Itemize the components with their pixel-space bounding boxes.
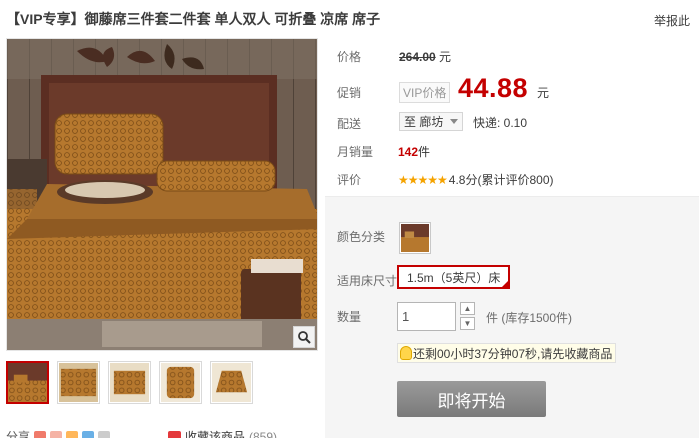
favorite-icon [168,430,181,438]
original-price: 264.00 元 [399,48,451,65]
rating-score: 4.8分(累计评价800) [448,173,554,187]
thumbnail-3[interactable] [108,361,151,404]
destination-value: 至 廊坊 [404,115,444,129]
product-title: 【VIP专享】御藤席三件套二件套 单人双人 可折叠 凉席 席子 [6,11,381,27]
thumbnail-2[interactable] [57,361,100,404]
original-price-unit: 元 [439,50,452,64]
monthly-sales-count: 142 [398,145,419,159]
thumbnail-image [212,363,251,402]
size-option-text: 1.5m（5英尺）床 [407,270,501,285]
chevron-up-icon: ▲ [463,304,472,313]
zoom-button[interactable] [293,326,315,348]
countdown-text: 还剩00小时37分钟07秒,请先收藏商品 [413,346,613,361]
main-product-image[interactable] [6,38,318,351]
monthly-sales-label: 月销量 [337,145,374,159]
favorite-count: (859) [249,429,278,438]
share-label: 分享 [6,430,31,438]
selected-check-icon [501,280,509,288]
shipping-label: 配送 [337,117,362,131]
qq-icon[interactable] [82,430,95,438]
promo-price: 44.88 [458,73,529,103]
rating-label: 评价 [337,173,362,187]
size-label: 适用床尺寸 [337,274,398,288]
thumbnail-1[interactable] [6,361,49,404]
thumbnail-4[interactable] [159,361,202,404]
chevron-down-icon: ▼ [463,319,472,328]
color-option-image [401,224,429,252]
countdown-notice: 还剩00小时37分钟07秒,请先收藏商品 [397,343,617,363]
monthly-sales-unit: 件 [418,145,431,159]
report-link[interactable]: 举报此 [654,12,690,29]
monthly-sales: 142件 [398,143,430,160]
quantity-input[interactable] [397,302,456,331]
coming-soon-button[interactable]: 即将开始 [397,381,546,417]
thumbnail-image [161,363,200,402]
destination-select[interactable]: 至 廊坊 [399,112,463,131]
chevron-down-icon [450,119,458,124]
quantity-increase-button[interactable]: ▲ [460,302,475,315]
vip-price-tag: VIP价格 [399,82,451,103]
price-label: 价格 [337,50,362,64]
qzone-icon[interactable] [66,430,79,438]
share-bar: 分享 [6,428,111,438]
promo-label: 促销 [337,86,362,100]
more-share-icon[interactable] [98,430,111,438]
star-rating-icon: ★★★★★ [398,172,448,187]
quantity-label: 数量 [337,310,362,324]
quantity-decrease-button[interactable]: ▼ [460,317,475,330]
color-option[interactable] [399,222,431,254]
weibo-icon[interactable] [34,430,47,438]
promo-price-unit: 元 [537,86,550,100]
rating[interactable]: ★★★★★ 4.8分(累计评价800) [398,171,554,188]
favorite-label: 收藏该商品 [185,430,246,438]
thumbnail-strip [6,361,253,404]
color-label: 颜色分类 [337,230,386,244]
magnifier-icon [298,331,311,344]
share-icon[interactable] [50,430,63,438]
original-price-value: 264.00 [399,50,436,64]
thumbnail-5[interactable] [210,361,253,404]
bed-photo [7,39,317,350]
stock-text: 件 (库存1500件) [486,311,573,325]
favorite-link[interactable]: 收藏该商品 (859) [168,428,277,438]
thumbnail-image [59,363,98,402]
lightbulb-icon [400,346,412,360]
size-option-selected[interactable]: 1.5m（5英尺）床 [397,265,510,289]
thumbnail-image [110,363,149,402]
express-fee: 快递: 0.10 [473,116,528,130]
thumbnail-image [8,363,47,402]
